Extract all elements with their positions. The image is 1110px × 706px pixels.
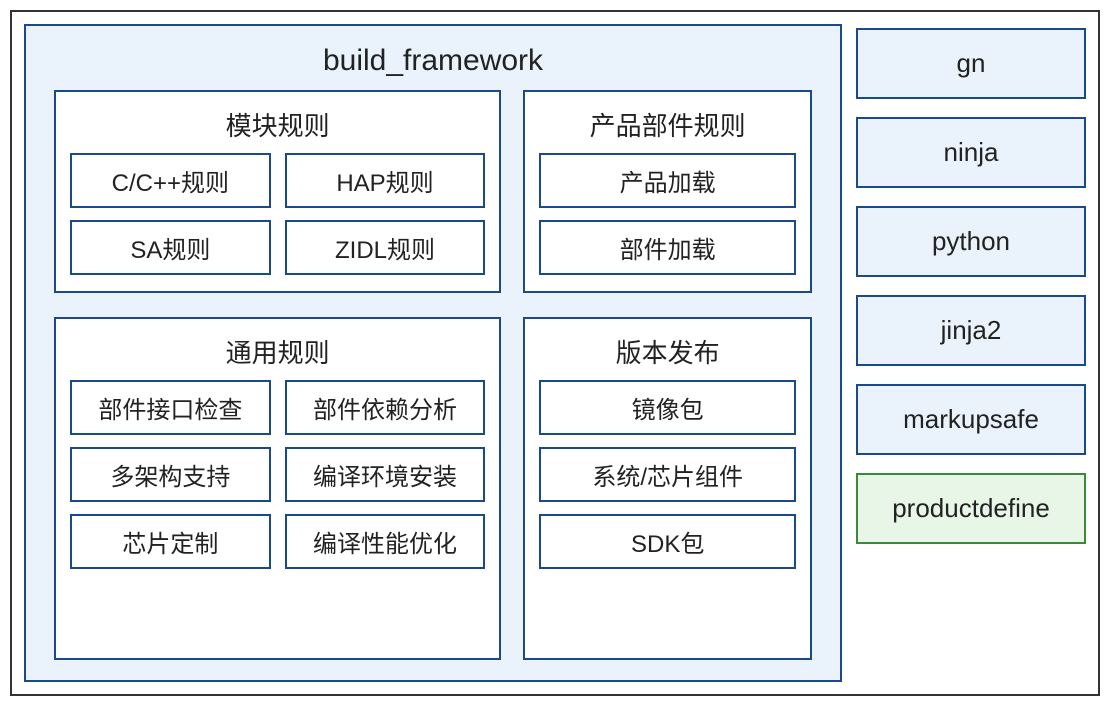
items-grid: C/C++规则 HAP规则 SA规则 ZIDL规则 xyxy=(70,153,485,275)
section-title: 通用规则 xyxy=(70,329,485,380)
item-chip-custom: 芯片定制 xyxy=(70,514,271,569)
side-item-jinja2: jinja2 xyxy=(856,295,1086,366)
framework-title: build_framework xyxy=(54,38,812,90)
items-grid: 镜像包 系统/芯片组件 SDK包 xyxy=(539,380,796,569)
items-grid: 产品加载 部件加载 xyxy=(539,153,796,275)
item-zidl-rules: ZIDL规则 xyxy=(285,220,486,275)
section-general-rules: 通用规则 部件接口检查 部件依赖分析 多架构支持 编译环境安装 芯片定制 编译性… xyxy=(54,317,501,660)
item-sys-chip-comp: 系统/芯片组件 xyxy=(539,447,796,502)
section-title: 产品部件规则 xyxy=(539,102,796,153)
item-hap-rules: HAP规则 xyxy=(285,153,486,208)
item-cpp-rules: C/C++规则 xyxy=(70,153,271,208)
item-component-load: 部件加载 xyxy=(539,220,796,275)
diagram-container: build_framework 模块规则 C/C++规则 HAP规则 SA规则 … xyxy=(10,10,1100,696)
sections-grid: 模块规则 C/C++规则 HAP规则 SA规则 ZIDL规则 产品部件规则 产品… xyxy=(54,90,812,660)
item-product-load: 产品加载 xyxy=(539,153,796,208)
item-sa-rules: SA规则 xyxy=(70,220,271,275)
side-item-gn: gn xyxy=(856,28,1086,99)
side-item-python: python xyxy=(856,206,1086,277)
build-framework-box: build_framework 模块规则 C/C++规则 HAP规则 SA规则 … xyxy=(24,24,842,682)
section-version-release: 版本发布 镜像包 系统/芯片组件 SDK包 xyxy=(523,317,812,660)
section-title: 模块规则 xyxy=(70,102,485,153)
item-sdk-pkg: SDK包 xyxy=(539,514,796,569)
side-item-markupsafe: markupsafe xyxy=(856,384,1086,455)
section-title: 版本发布 xyxy=(539,329,796,380)
section-product-rules: 产品部件规则 产品加载 部件加载 xyxy=(523,90,812,293)
item-multiarch: 多架构支持 xyxy=(70,447,271,502)
right-column: gn ninja python jinja2 markupsafe produc… xyxy=(856,24,1086,682)
item-dep-analysis: 部件依赖分析 xyxy=(285,380,486,435)
item-perf-opt: 编译性能优化 xyxy=(285,514,486,569)
section-module-rules: 模块规则 C/C++规则 HAP规则 SA规则 ZIDL规则 xyxy=(54,90,501,293)
items-grid: 部件接口检查 部件依赖分析 多架构支持 编译环境安装 芯片定制 编译性能优化 xyxy=(70,380,485,569)
item-interface-check: 部件接口检查 xyxy=(70,380,271,435)
left-column: build_framework 模块规则 C/C++规则 HAP规则 SA规则 … xyxy=(24,24,842,682)
side-item-ninja: ninja xyxy=(856,117,1086,188)
side-item-productdefine: productdefine xyxy=(856,473,1086,544)
item-image-pkg: 镜像包 xyxy=(539,380,796,435)
item-env-install: 编译环境安装 xyxy=(285,447,486,502)
